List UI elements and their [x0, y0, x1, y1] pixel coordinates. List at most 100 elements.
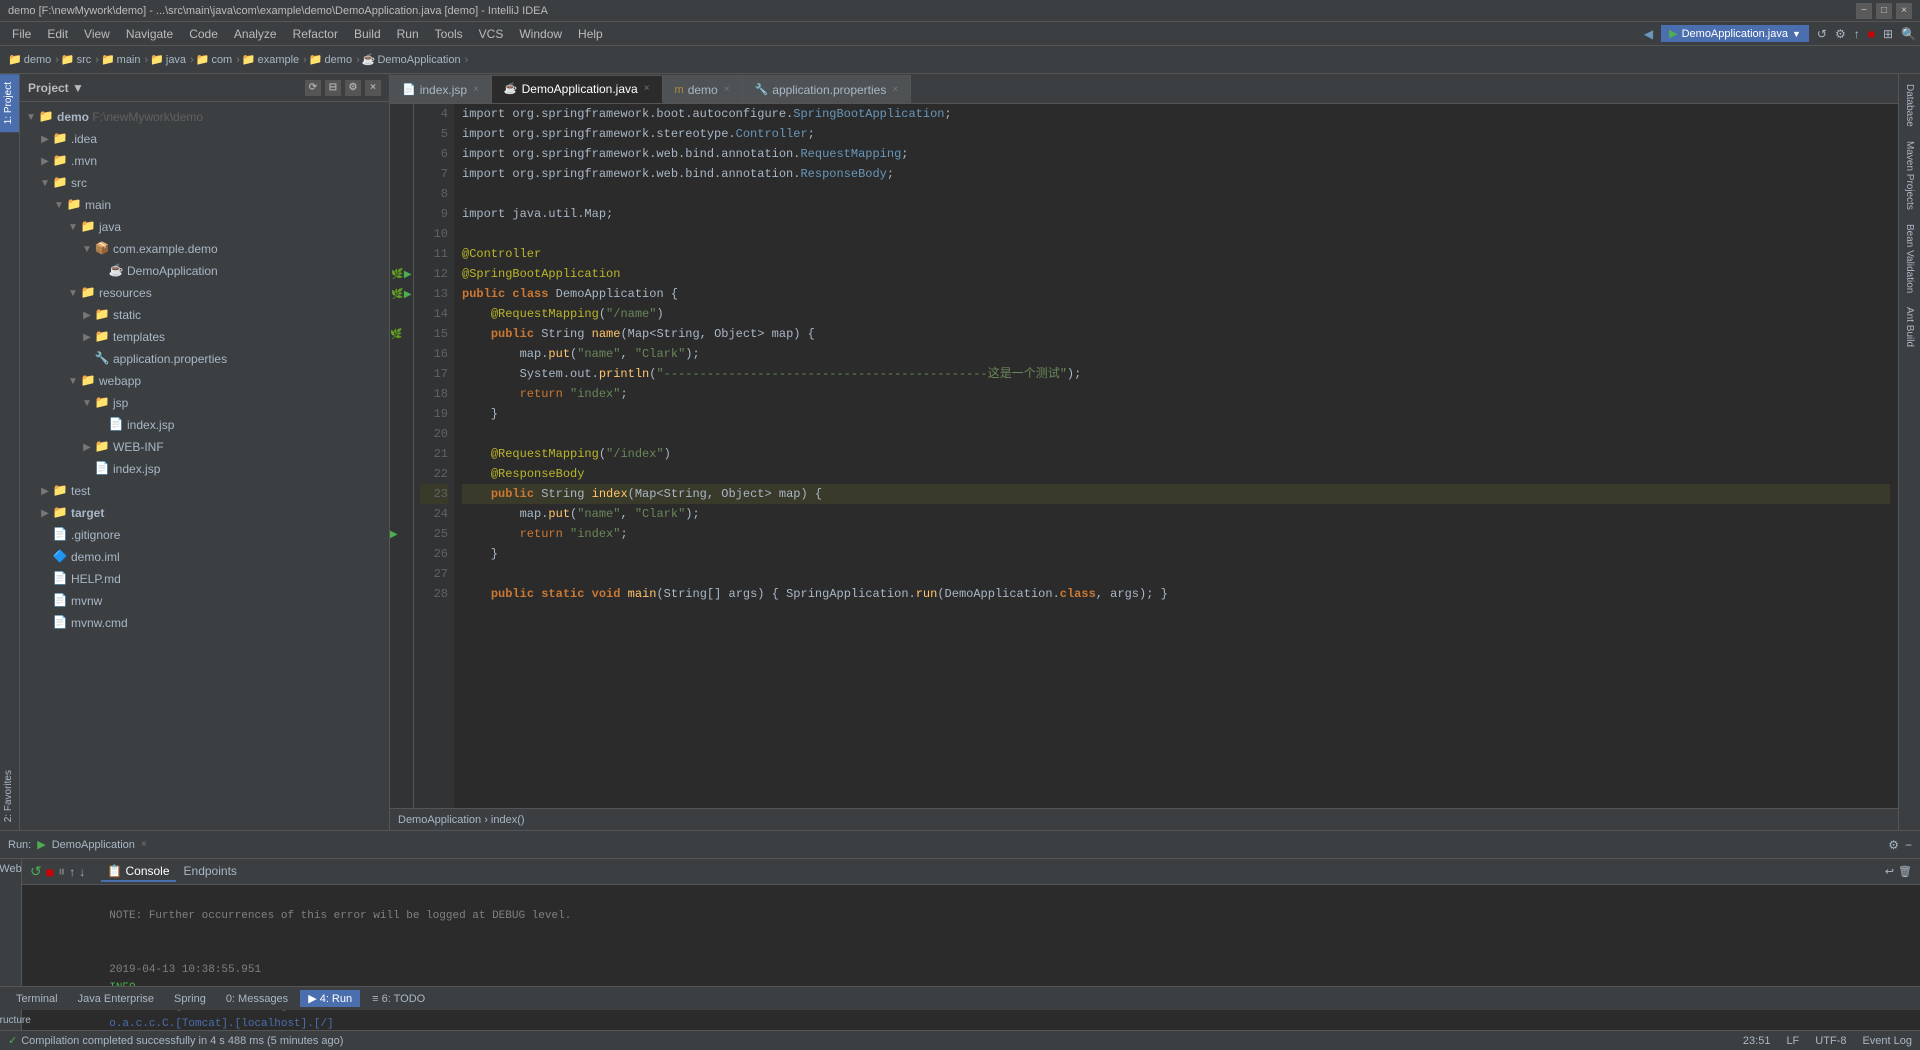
tree-item-package[interactable]: ▼ 📦 com.example.demo	[20, 238, 389, 260]
tab-console[interactable]: 📋 Console	[101, 862, 175, 882]
tree-item-demoapplication[interactable]: ☕ DemoApplication	[20, 260, 389, 282]
tree-item-webinf[interactable]: ▶ 📁 WEB-INF	[20, 436, 389, 458]
settings-icon[interactable]: ⚙	[1835, 27, 1846, 41]
tree-item-jsp-folder[interactable]: ▼ 📁 jsp	[20, 392, 389, 414]
close-project-icon[interactable]: ×	[365, 80, 381, 96]
tree-item-templates[interactable]: ▶ 📁 templates	[20, 326, 389, 348]
tree-item-src[interactable]: ▼ 📁 src	[20, 172, 389, 194]
run-icon-line28[interactable]: ▶	[390, 529, 398, 540]
status-lf[interactable]: LF	[1786, 1035, 1799, 1047]
breadcrumb-main[interactable]: main	[117, 54, 141, 66]
breadcrumb-demo[interactable]: demo	[24, 54, 52, 66]
tab-messages[interactable]: 0: Messages	[218, 991, 296, 1007]
menu-navigate[interactable]: Navigate	[118, 25, 181, 43]
menu-build[interactable]: Build	[346, 25, 389, 43]
tab-todo[interactable]: ≡ 6: TODO	[364, 991, 433, 1007]
tree-item-java[interactable]: ▼ 📁 java	[20, 216, 389, 238]
clear-icon[interactable]: 🗑	[1898, 865, 1912, 878]
tree-item-demo-iml[interactable]: 🔷 demo.iml	[20, 546, 389, 568]
run-app-icon[interactable]: ▶	[37, 838, 45, 851]
tab-close-appprops[interactable]: ×	[892, 84, 898, 95]
maximize-button[interactable]: □	[1876, 3, 1892, 19]
wrap-icon[interactable]: ↩	[1885, 865, 1894, 878]
restart-button[interactable]: ↺	[30, 863, 42, 880]
status-event-log[interactable]: Event Log	[1862, 1035, 1912, 1047]
tree-item-help-md[interactable]: 📄 HELP.md	[20, 568, 389, 590]
tree-item-test[interactable]: ▶ 📁 test	[20, 480, 389, 502]
title-bar-buttons[interactable]: − □ ×	[1856, 3, 1912, 19]
web-tab[interactable]: Web	[0, 863, 22, 875]
layout-icon[interactable]: ⊞	[1883, 27, 1893, 41]
tree-item-main[interactable]: ▼ 📁 main	[20, 194, 389, 216]
sidebar-tab-project[interactable]: 1: Project	[0, 74, 19, 132]
breadcrumb-com[interactable]: com	[211, 54, 232, 66]
tab-java-enterprise[interactable]: Java Enterprise	[70, 991, 162, 1007]
tree-item-resources[interactable]: ▼ 📁 resources	[20, 282, 389, 304]
tree-item-target[interactable]: ▶ 📁 target	[20, 502, 389, 524]
sidebar-tab-favorites[interactable]: 2: Favorites	[0, 762, 19, 830]
stop-run-button[interactable]: ■	[46, 864, 54, 880]
pause-button[interactable]: ⏸	[58, 863, 65, 880]
code-content[interactable]: import org.springframework.boot.autoconf…	[454, 104, 1898, 808]
menu-view[interactable]: View	[76, 25, 118, 43]
bean-icon-line12[interactable]: 🌿	[391, 269, 403, 280]
tab-run-active[interactable]: ▶ 4: Run	[300, 990, 360, 1007]
menu-run[interactable]: Run	[389, 25, 427, 43]
settings-run-icon[interactable]: ⚙	[1888, 838, 1899, 852]
breadcrumb-java[interactable]: java	[166, 54, 186, 66]
run-app-name[interactable]: DemoApplication	[52, 839, 135, 851]
share-icon[interactable]: ↑	[1854, 27, 1860, 41]
scroll-down-icon[interactable]: ↓	[79, 865, 85, 879]
run-icon-line13[interactable]: ▶	[404, 289, 412, 300]
tree-item-idea[interactable]: ▶ 📁 .idea	[20, 128, 389, 150]
tree-item-mvn[interactable]: ▶ 📁 .mvn	[20, 150, 389, 172]
tab-endpoints[interactable]: Endpoints	[178, 862, 243, 882]
minimize-run-icon[interactable]: −	[1905, 838, 1912, 852]
menu-refactor[interactable]: Refactor	[285, 25, 346, 43]
tree-item-index-jsp-root[interactable]: 📄 index.jsp	[20, 458, 389, 480]
menu-analyze[interactable]: Analyze	[226, 25, 285, 43]
tab-application-properties[interactable]: 🔧 application.properties ×	[743, 75, 912, 103]
tree-item-mvnw-cmd[interactable]: 📄 mvnw.cmd	[20, 612, 389, 634]
refresh-icon[interactable]: ↺	[1817, 27, 1827, 41]
scroll-up-icon[interactable]: ↑	[69, 865, 75, 879]
tab-index-jsp[interactable]: 📄 index.jsp ×	[390, 75, 492, 103]
right-tab-database[interactable]: Database	[1902, 78, 1917, 133]
menu-vcs[interactable]: VCS	[471, 25, 512, 43]
tree-item-index-jsp[interactable]: 📄 index.jsp	[20, 414, 389, 436]
tab-demo[interactable]: m demo ×	[663, 75, 743, 103]
tree-item-demo[interactable]: ▼ 📁 demo F:\newMywork\demo	[20, 106, 389, 128]
tab-spring[interactable]: Spring	[166, 991, 214, 1007]
tab-terminal[interactable]: Terminal	[8, 991, 66, 1007]
menu-code[interactable]: Code	[181, 25, 226, 43]
tree-item-gitignore[interactable]: 📄 .gitignore	[20, 524, 389, 546]
breadcrumb-demopkg[interactable]: demo	[325, 54, 353, 66]
menu-edit[interactable]: Edit	[39, 25, 76, 43]
minimize-button[interactable]: −	[1856, 3, 1872, 19]
menu-help[interactable]: Help	[570, 25, 611, 43]
collapse-icon[interactable]: ⊟	[325, 80, 341, 96]
bean-icon-line13[interactable]: 🌿	[391, 289, 403, 300]
close-button[interactable]: ×	[1896, 3, 1912, 19]
tab-close-demoapplication[interactable]: ×	[644, 83, 650, 94]
right-tab-bean[interactable]: Bean Validation	[1902, 218, 1917, 299]
status-position[interactable]: 23:51	[1743, 1035, 1771, 1047]
right-tab-maven[interactable]: Maven Projects	[1902, 135, 1917, 216]
settings-project-icon[interactable]: ⚙	[345, 80, 361, 96]
search-everywhere-icon[interactable]: 🔍	[1901, 27, 1916, 41]
back-button[interactable]: ◀	[1644, 27, 1653, 41]
tree-item-static[interactable]: ▶ 📁 static	[20, 304, 389, 326]
status-encoding[interactable]: UTF-8	[1815, 1035, 1846, 1047]
breadcrumb-example[interactable]: example	[258, 54, 300, 66]
breadcrumb-src[interactable]: src	[77, 54, 92, 66]
tree-item-mvnw[interactable]: 📄 mvnw	[20, 590, 389, 612]
menu-tools[interactable]: Tools	[427, 25, 471, 43]
breadcrumb-demoapp[interactable]: DemoApplication	[377, 54, 460, 66]
menu-window[interactable]: Window	[511, 25, 570, 43]
run-tab-close[interactable]: ×	[141, 839, 147, 850]
tree-item-appprops[interactable]: 🔧 application.properties	[20, 348, 389, 370]
sync-icon[interactable]: ⟳	[305, 80, 321, 96]
tab-close-demo[interactable]: ×	[724, 84, 730, 95]
tree-item-webapp[interactable]: ▼ 📁 webapp	[20, 370, 389, 392]
stop-icon[interactable]: ■	[1868, 27, 1875, 41]
